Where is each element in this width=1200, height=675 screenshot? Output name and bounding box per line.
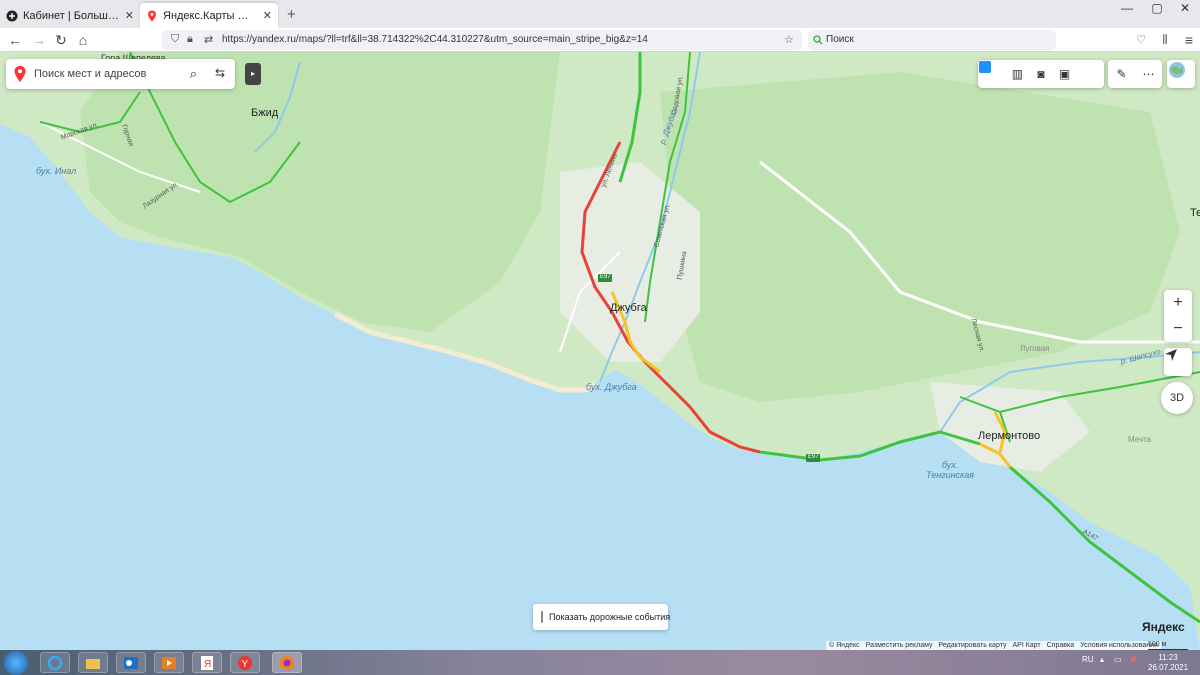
map-pin-icon [14, 66, 26, 82]
place-label: Мечта [1128, 435, 1152, 444]
url-bar[interactable]: ⛉ 🔒︎ ⇄ https://yandex.ru/maps/?ll=trf&ll… [162, 30, 802, 50]
system-clock[interactable]: 11:23 26.07.2021 [1148, 653, 1188, 673]
volume-icon[interactable]: ✖ [1130, 655, 1137, 664]
library-icon[interactable]: ⫼ [1156, 31, 1174, 49]
maximize-icon[interactable]: ▢ [1142, 0, 1172, 20]
tab-label: Яндекс.Карты — транспорт, н... [163, 9, 259, 22]
footer-link-ads[interactable]: Разместить рекламу [866, 641, 933, 650]
events-checkbox[interactable] [541, 611, 543, 623]
panorama-icon[interactable]: ▥ [1008, 65, 1026, 83]
shield-icon[interactable]: ⛉ [171, 33, 179, 46]
bay-label-dzhubga: бух. Джубга [586, 382, 637, 392]
firefox-icon[interactable] [272, 652, 302, 673]
close-window-icon[interactable]: ✕ [1170, 0, 1200, 20]
ruler-icon[interactable]: ✎ [1113, 65, 1131, 83]
more-icon[interactable]: ⋯ [1140, 65, 1158, 83]
permissions-icon[interactable]: ⇄ [204, 33, 213, 46]
yandex-logo: Яндекс [1142, 620, 1185, 634]
network-icon[interactable]: ▭ [1114, 655, 1122, 664]
town-label-dzhubga: Джубга [610, 302, 647, 314]
start-button[interactable] [4, 651, 28, 675]
collapse-panel-button[interactable]: ▸ [245, 63, 261, 85]
forward-arrow-icon[interactable]: → [30, 31, 48, 49]
bus-icon[interactable]: ▣ [1056, 65, 1074, 83]
map-footer: © Яндекс Разместить рекламу Редактироват… [826, 641, 1161, 650]
url-text: https://yandex.ru/maps/?ll=trf&ll=38.714… [222, 34, 648, 45]
clock-date: 26.07.2021 [1148, 663, 1189, 672]
route-badge: E97 [600, 274, 611, 280]
map-pin-icon [148, 10, 156, 21]
map-canvas[interactable]: Гора Шепелева Бжид бух. Инал Джубга бух.… [0, 52, 1200, 650]
bay-label-inal: бух. Инал [36, 166, 77, 176]
yandex-browser-icon[interactable]: Y [230, 652, 260, 673]
reload-icon[interactable]: ↻ [52, 31, 70, 49]
globe-icon [1169, 62, 1185, 78]
my-location-button[interactable] [1164, 348, 1192, 376]
search-placeholder: Поиск [826, 34, 854, 45]
os-taskbar: Я Y RU ▴ ▭ ✖ 11:23 26.07.2021 [0, 650, 1200, 675]
footer-link-api[interactable]: API Карт [1012, 641, 1040, 650]
new-tab-button[interactable]: + [287, 6, 296, 23]
svg-text:Y: Y [242, 659, 249, 670]
camera-icon[interactable]: ◙ [1032, 65, 1050, 83]
explorer-icon[interactable] [78, 652, 108, 673]
back-arrow-icon[interactable]: ← [6, 31, 24, 49]
search-icon[interactable]: ⌕ [190, 66, 197, 82]
place-label: Те [1190, 207, 1200, 219]
media-player-icon[interactable] [154, 652, 184, 673]
map-tools-toolbar: ✎ ⋯ [1108, 60, 1162, 88]
lock-icon[interactable]: 🔒︎ [187, 33, 193, 46]
menu-icon[interactable]: ≡ [1180, 31, 1198, 49]
3d-button[interactable]: 3D [1161, 382, 1193, 414]
pocket-icon[interactable]: ♡ [1132, 31, 1150, 49]
tab-kabinet[interactable]: Кабинет | Большие черномор... ✕ [0, 3, 140, 28]
navigation-bar: ← → ↻ ⌂ ⛉ 🔒︎ ⇄ https://yandex.ru/maps/?l… [0, 28, 1200, 52]
location-arrow-icon [1165, 349, 1177, 361]
scale-label: 500 м [1148, 641, 1167, 648]
browser-search-field[interactable]: Поиск [808, 30, 1056, 50]
map-search-box[interactable]: Поиск мест и адресов ⌕ ⇆ [6, 59, 235, 89]
place-label-bzhid: Бжид [251, 107, 279, 119]
ie-icon[interactable] [40, 652, 70, 673]
tab-yandex-maps[interactable]: Яндекс.Карты — транспорт, н... ✕ [140, 3, 278, 28]
bookmark-star-icon[interactable]: ☆ [784, 33, 794, 46]
add-circle-icon [6, 10, 18, 21]
minimize-icon[interactable]: — [1112, 0, 1142, 20]
outlook-icon[interactable] [116, 652, 146, 673]
zoom-in-button[interactable]: + [1164, 290, 1192, 316]
search-icon [813, 35, 823, 45]
language-indicator[interactable]: RU [1082, 655, 1094, 664]
events-label: Показать дорожные события [549, 612, 671, 622]
yandex-app-icon[interactable]: Я [192, 652, 222, 673]
browser-tab-strip: Кабинет | Большие черномор... ✕ Яндекс.К… [0, 0, 1200, 28]
svg-text:Я: Я [204, 659, 211, 670]
home-icon[interactable]: ⌂ [74, 31, 92, 49]
town-label-lermontovo: Лермонтово [978, 430, 1041, 442]
route-icon[interactable]: ⇆ [215, 66, 225, 80]
tab-label: Кабинет | Большие черномор... [23, 9, 121, 22]
map-layers-toolbar: ▥ ◙ ▣ [978, 60, 1104, 88]
copyright: © Яндекс [829, 642, 860, 649]
map-type-button[interactable] [1167, 60, 1195, 88]
footer-link-edit[interactable]: Редактировать карту [939, 641, 1007, 650]
road-events-toggle[interactable]: Показать дорожные события [533, 604, 671, 630]
clock-time: 11:23 [1158, 653, 1178, 662]
close-icon[interactable]: ✕ [263, 9, 272, 22]
zoom-control: + − [1164, 290, 1192, 342]
close-icon[interactable]: ✕ [125, 9, 134, 22]
place-label: Луговая [1020, 344, 1050, 353]
route-badge: E97 [808, 454, 819, 460]
search-placeholder: Поиск мест и адресов [34, 68, 147, 80]
footer-link-terms[interactable]: Условия использования [1080, 641, 1158, 650]
zoom-out-button[interactable]: − [1164, 316, 1192, 342]
bay-label-tenginskaya: бух. Тенгинская [926, 460, 975, 480]
tray-chevron-icon[interactable]: ▴ [1100, 655, 1104, 664]
layers-active-icon[interactable] [979, 61, 1097, 83]
footer-link-help[interactable]: Справка [1047, 641, 1074, 650]
